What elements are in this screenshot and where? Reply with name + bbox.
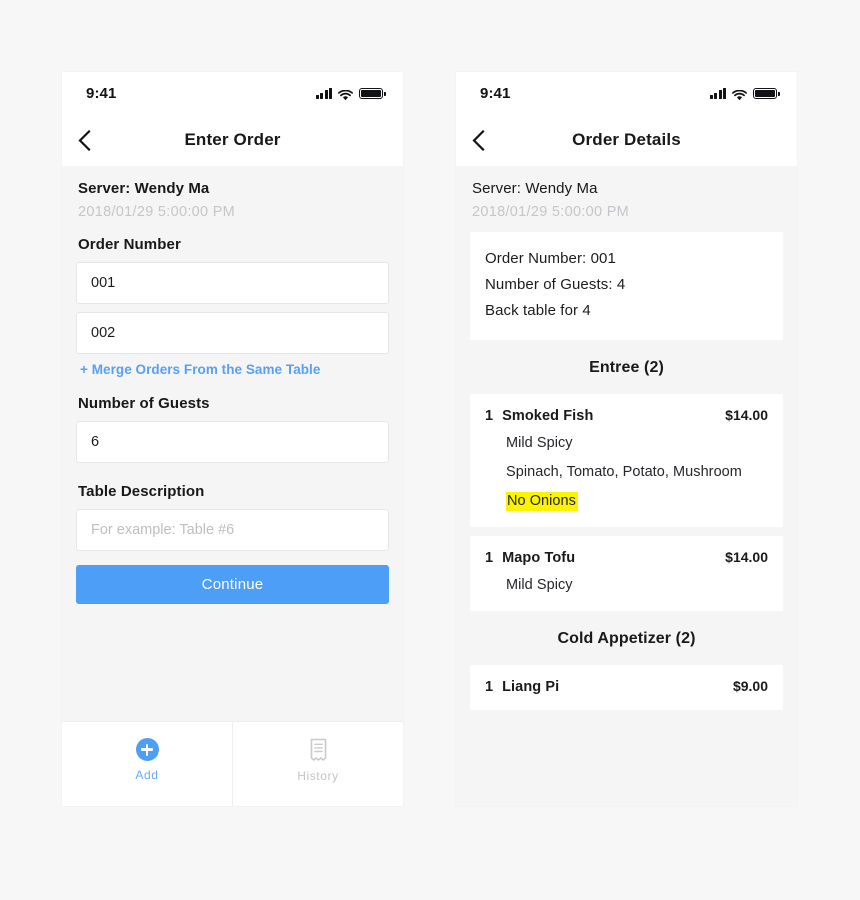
highlight-mark: No Onions [506, 492, 578, 511]
guests-label: Number of Guests [78, 395, 210, 412]
cellular-signal-icon [709, 87, 726, 99]
continue-button[interactable]: Continue [76, 565, 389, 604]
server-datetime: 2018/01/29 5:00:00 PM [472, 204, 630, 220]
order-form: Order Number 001 002 + Merge Orders From… [62, 236, 403, 604]
order-item-price: $14.00 [725, 407, 768, 423]
section-header: Cold Appetizer (2) [557, 630, 696, 647]
order-item-name: Liang Pi [502, 679, 560, 695]
tab-bar: Add History [62, 721, 403, 806]
form-scroll-area[interactable]: Server: Wendy Ma 2018/01/29 5:00:00 PM O… [62, 166, 403, 721]
server-name: Server: Wendy Ma [78, 180, 210, 197]
tab-history[interactable]: History [232, 722, 403, 806]
status-time: 9:41 [480, 84, 511, 102]
details-scroll-area[interactable]: Server: Wendy Ma 2018/01/29 5:00:00 PM O… [456, 166, 797, 806]
order-item-row[interactable]: 1 Smoked Fish $14.00 Mild Spicy Spinach, Tom… [470, 394, 783, 527]
server-name: Server: Wendy Ma [472, 180, 598, 197]
order-sections: Entree (2) 1 Smoked Fish $14.00 Mild Spicy Sp… [456, 340, 797, 710]
receipt-icon [310, 738, 326, 761]
order-item-header: 1 Mapo Tofu $14.00 [485, 549, 768, 566]
battery-full-icon [753, 87, 780, 99]
cellular-signal-icon [315, 87, 332, 99]
battery-full-icon [359, 87, 386, 99]
status-icons [709, 87, 780, 100]
order-item-option: Spinach, Tomato, Potato, Mushroom [506, 464, 742, 480]
order-item-quantity: 1 [485, 550, 494, 566]
tab-add-label: Add [135, 768, 159, 782]
nav-bar: Order Details [456, 114, 797, 166]
order-number-input-1[interactable]: 001 [76, 262, 389, 304]
order-item-option: Mild Spicy [506, 435, 573, 451]
chevron-left-icon [472, 129, 485, 151]
phone-enter-order: 9:41 Enter Order Server: Wendy Ma 2018/0… [62, 72, 403, 806]
table-description-label: Table Description [78, 483, 205, 500]
guests-input[interactable]: 6 [76, 421, 389, 463]
server-strip: Server: Wendy Ma 2018/01/29 5:00:00 PM [456, 166, 797, 232]
order-summary-card: Order Number: 001 Number of Guests: 4 Ba… [470, 232, 783, 340]
order-item-options: Mild Spicy [506, 575, 768, 596]
order-item-title-group: 1 Smoked Fish [485, 408, 593, 424]
back-button[interactable] [472, 114, 506, 166]
order-item-quantity: 1 [485, 679, 494, 695]
form-spacer [76, 471, 389, 479]
order-number-label: Order Number [78, 236, 181, 253]
screenshot-stage: 9:41 Enter Order Server: Wendy Ma 2018/0… [0, 0, 860, 900]
order-item-header: 1 Liang Pi $9.00 [485, 678, 768, 695]
enter-order-screen: Server: Wendy Ma 2018/01/29 5:00:00 PM O… [62, 166, 403, 806]
tab-add[interactable]: Add [62, 722, 232, 806]
order-item-name: Mapo Tofu [502, 550, 576, 566]
summary-guests: Number of Guests: 4 [485, 276, 626, 293]
order-item-name: Smoked Fish [502, 408, 594, 424]
back-button[interactable] [78, 114, 112, 166]
wifi-icon [732, 88, 747, 100]
order-item-header: 1 Smoked Fish $14.00 [485, 407, 768, 424]
section-header: Entree (2) [589, 359, 664, 376]
order-item-options: Mild Spicy Spinach, Tomato, Potato, Mushr… [506, 433, 768, 512]
order-item-option-highlighted: No Onions [506, 491, 768, 512]
order-item-quantity: 1 [485, 408, 494, 424]
nav-bar: Enter Order [62, 114, 403, 166]
order-item-price: $14.00 [725, 549, 768, 565]
order-item-row[interactable]: 1 Mapo Tofu $14.00 Mild Spicy [470, 536, 783, 611]
plus-circle-icon [135, 738, 159, 761]
order-item-price: $9.00 [732, 678, 768, 694]
order-number-input-2[interactable]: 002 [76, 312, 389, 354]
tab-history-label: History [297, 769, 339, 783]
status-time: 9:41 [86, 84, 117, 102]
order-details-screen: Server: Wendy Ma 2018/01/29 5:00:00 PM O… [456, 166, 797, 806]
server-strip: Server: Wendy Ma 2018/01/29 5:00:00 PM [62, 166, 403, 232]
server-datetime: 2018/01/29 5:00:00 PM [78, 204, 236, 220]
summary-order-number: Order Number: 001 [485, 250, 616, 267]
order-item-option: Mild Spicy [506, 577, 573, 593]
status-bar: 9:41 [456, 72, 797, 114]
page-title: Order Details [572, 130, 681, 149]
phone-order-details: 9:41 Order Details Server: Wendy Ma 2018… [456, 72, 797, 806]
status-bar: 9:41 [62, 72, 403, 114]
summary-table: Back table for 4 [485, 302, 591, 319]
order-item-row[interactable]: 1 Liang Pi $9.00 [470, 665, 783, 710]
order-item-title-group: 1 Liang Pi [485, 679, 559, 695]
page-title: Enter Order [184, 130, 281, 149]
table-description-input[interactable]: For example: Table #6 [76, 509, 389, 551]
wifi-icon [338, 88, 353, 100]
merge-orders-link[interactable]: + Merge Orders From the Same Table [80, 362, 389, 377]
order-item-title-group: 1 Mapo Tofu [485, 550, 575, 566]
chevron-left-icon [78, 129, 91, 151]
status-icons [315, 87, 386, 100]
